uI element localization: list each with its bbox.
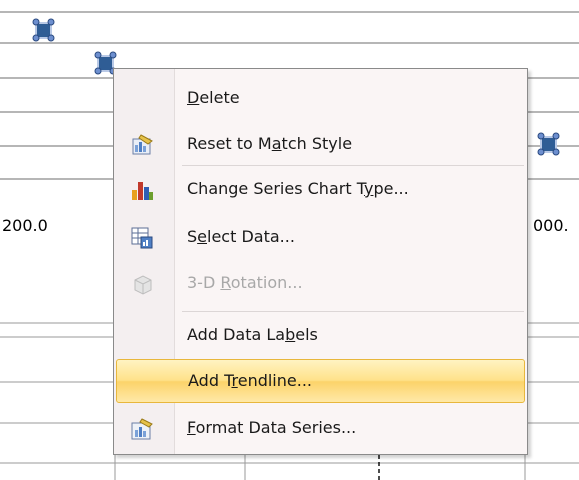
menu-item-add-data-labels[interactable]: Add Data Labels: [116, 314, 525, 358]
menu-item-change-series-chart-type[interactable]: Change Series Chart Type...: [116, 168, 525, 212]
menu-item-format-data-series[interactable]: Format Data Series...: [116, 407, 525, 451]
data-point-marker[interactable]: [537, 132, 560, 156]
data-point-marker[interactable]: [32, 18, 55, 42]
menu-item-label: Change Series Chart Type...: [187, 179, 409, 198]
format-series-icon: [130, 417, 154, 441]
menu-item-reset-to-match-style[interactable]: Reset to Match Style: [116, 123, 525, 167]
menu-item-delete[interactable]: Delete: [116, 77, 525, 121]
menu-item-label: Reset to Match Style: [187, 134, 353, 153]
menu-item-label: 3-D Rotation...: [187, 273, 303, 292]
menu-item-label: Delete: [187, 88, 240, 107]
menu-item-label: Format Data Series...: [187, 418, 357, 437]
menu-separator: [182, 165, 524, 166]
menu-item-select-data[interactable]: Select Data...: [116, 216, 525, 260]
menu-item-add-trendline[interactable]: Add Trendline...: [116, 359, 525, 403]
menu-separator: [182, 311, 524, 312]
axis-label-left: 200.0: [2, 216, 48, 235]
axis-label-right: 000.: [533, 216, 569, 235]
reset-style-icon: [130, 133, 154, 157]
menu-item-3d-rotation[interactable]: 3-D Rotation...: [116, 262, 525, 306]
menu-item-label: Add Trendline...: [188, 371, 312, 390]
context-menu: Delete Reset to Match Style Change Serie…: [113, 68, 528, 455]
menu-item-label: Add Data Labels: [187, 325, 318, 344]
select-data-icon: [130, 226, 154, 250]
menu-item-label: Select Data...: [187, 227, 295, 246]
3d-rotation-icon: [130, 272, 154, 296]
chart-type-icon: [130, 178, 154, 202]
